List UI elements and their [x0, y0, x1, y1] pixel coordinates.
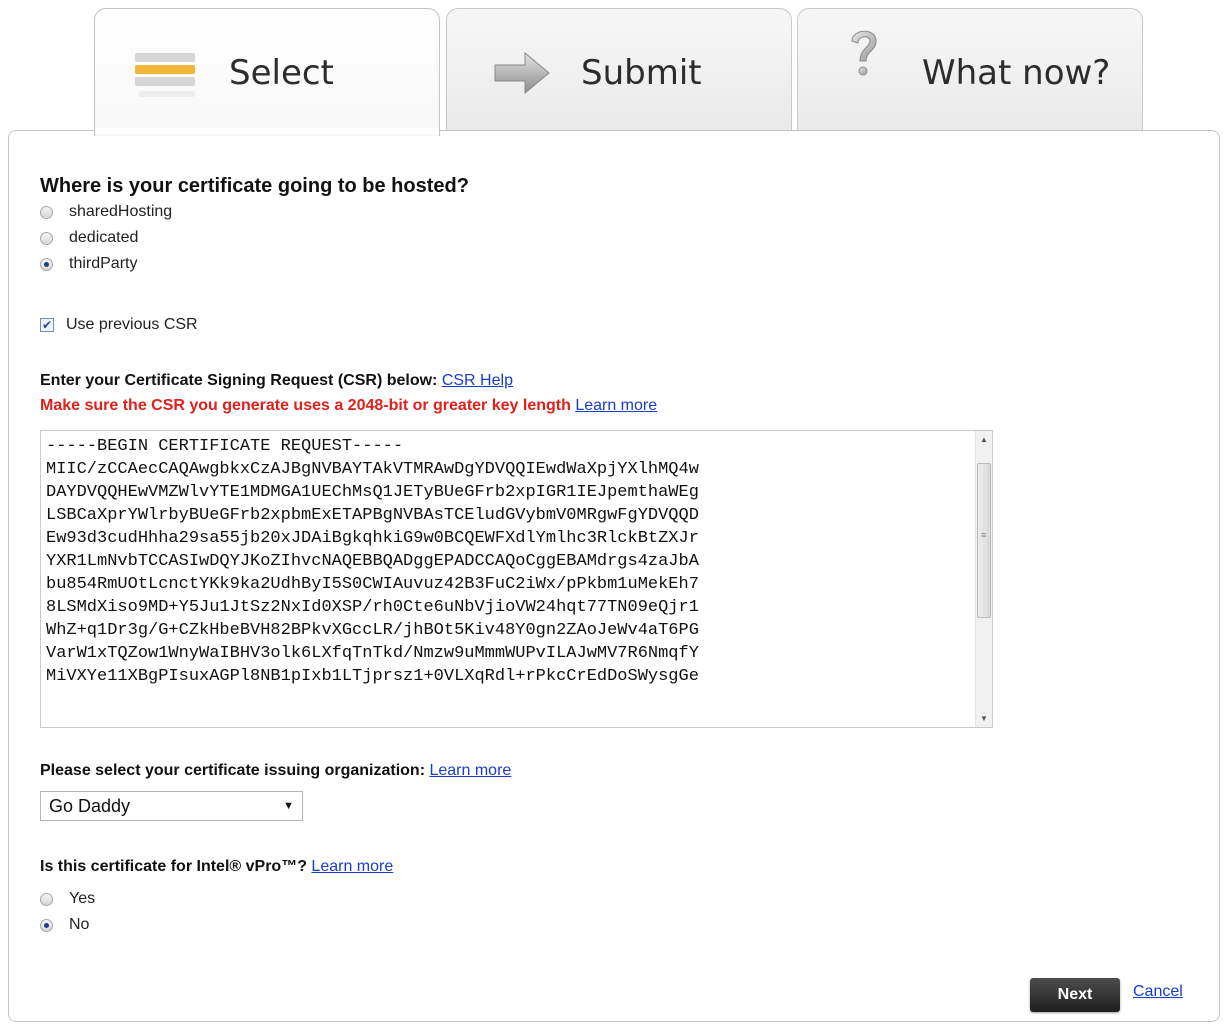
tab-label: What now?: [922, 53, 1111, 93]
cancel-link[interactable]: Cancel: [1133, 983, 1183, 1001]
grip-icon: ≡: [981, 530, 987, 540]
radio-shared-hosting[interactable]: sharedHosting: [40, 199, 172, 225]
vpro-learn-more-link[interactable]: Learn more: [311, 858, 393, 875]
issuer-learn-more-link[interactable]: Learn more: [429, 762, 511, 779]
radio-button[interactable]: [40, 892, 53, 906]
tab-what-now[interactable]: What now?: [797, 8, 1143, 134]
scroll-thumb[interactable]: ≡: [977, 463, 991, 618]
radio-button[interactable]: [40, 918, 53, 932]
tab-submit[interactable]: Submit: [446, 8, 792, 134]
tab-join: [95, 128, 439, 134]
csr-text[interactable]: -----BEGIN CERTIFICATE REQUEST----- MIIC…: [46, 435, 966, 688]
radio-third-party[interactable]: thirdParty: [40, 251, 172, 277]
issuer-select[interactable]: Go Daddy ▼: [40, 791, 303, 821]
vpro-prompt-line: Is this certificate for Intel® vPro™? Le…: [40, 858, 393, 876]
scroll-up-icon[interactable]: ▲: [976, 431, 992, 448]
option-label: No: [69, 916, 90, 933]
csr-warning: Make sure the CSR you generate uses a 20…: [40, 397, 571, 414]
hosting-question: Where is your certificate going to be ho…: [40, 175, 469, 197]
checkbox[interactable]: ✔: [40, 318, 54, 332]
scroll-down-icon[interactable]: ▼: [976, 710, 992, 727]
tab-label: Select: [229, 53, 334, 93]
question-icon: [844, 23, 884, 108]
option-label: dedicated: [69, 229, 139, 246]
tab-select[interactable]: Select: [94, 8, 440, 136]
issuer-selected-value: Go Daddy: [49, 796, 131, 816]
radio-button[interactable]: [40, 231, 53, 245]
radio-no[interactable]: No: [40, 912, 95, 938]
csr-prompt: Enter your Certificate Signing Request (…: [40, 372, 438, 389]
csr-help-link[interactable]: CSR Help: [442, 372, 513, 389]
option-label: sharedHosting: [69, 203, 173, 220]
issuer-prompt-line: Please select your certificate issuing o…: [40, 762, 511, 780]
next-button[interactable]: Next: [1030, 978, 1120, 1012]
vpro-options: Yes No: [40, 886, 95, 938]
issuer-prompt: Please select your certificate issuing o…: [40, 762, 426, 779]
checkbox-label: Use previous CSR: [66, 316, 198, 333]
option-label: thirdParty: [69, 255, 138, 272]
radio-button[interactable]: [40, 257, 53, 271]
use-previous-csr[interactable]: ✔ Use previous CSR: [40, 312, 198, 338]
csr-warning-line: Make sure the CSR you generate uses a 20…: [40, 397, 657, 415]
scrollbar[interactable]: ▲ ≡ ▼: [975, 431, 992, 727]
vpro-prompt: Is this certificate for Intel® vPro™?: [40, 858, 307, 875]
tab-label: Submit: [581, 53, 702, 93]
radio-button[interactable]: [40, 205, 53, 219]
list-icon: [135, 49, 199, 104]
chevron-down-icon[interactable]: ▼: [283, 792, 294, 820]
csr-textarea[interactable]: -----BEGIN CERTIFICATE REQUEST----- MIIC…: [40, 430, 993, 728]
radio-yes[interactable]: Yes: [40, 886, 95, 912]
hosting-options: sharedHosting dedicated thirdParty: [40, 199, 172, 277]
arrow-right-icon: [493, 49, 553, 104]
csr-learn-more-link[interactable]: Learn more: [575, 397, 657, 414]
option-label: Yes: [69, 890, 96, 907]
csr-prompt-line: Enter your Certificate Signing Request (…: [40, 372, 513, 390]
radio-dedicated[interactable]: dedicated: [40, 225, 172, 251]
